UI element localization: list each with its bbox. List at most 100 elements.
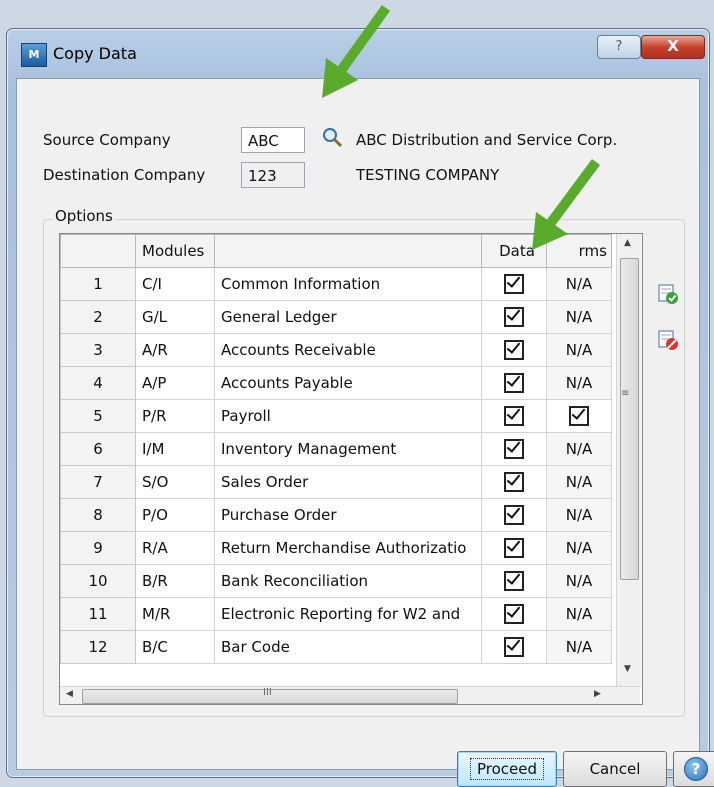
destination-company-input[interactable]: 123 bbox=[241, 162, 305, 188]
source-company-input[interactable]: ABC bbox=[241, 127, 305, 153]
data-checkbox[interactable] bbox=[504, 373, 524, 393]
horizontal-scrollbar[interactable]: ◀ III ▶ bbox=[60, 686, 640, 704]
source-company-name: ABC Distribution and Service Corp. bbox=[356, 131, 618, 149]
column-header-description[interactable] bbox=[214, 234, 482, 268]
data-checkbox[interactable] bbox=[504, 637, 524, 657]
data-checkbox[interactable] bbox=[504, 307, 524, 327]
data-checkbox-cell[interactable] bbox=[481, 498, 547, 532]
table-row[interactable]: 3 A/R Accounts Receivable N/A bbox=[60, 333, 612, 367]
table-row[interactable]: 7 S/O Sales Order N/A bbox=[60, 465, 612, 499]
row-number: 1 bbox=[60, 267, 136, 301]
source-company-label: Source Company bbox=[43, 131, 171, 149]
scroll-right-arrow[interactable]: ▶ bbox=[594, 689, 601, 699]
vertical-scrollbar[interactable]: ▲ ≡ ▼ bbox=[616, 234, 641, 686]
title-help-button[interactable]: ? bbox=[597, 35, 641, 59]
module-code: S/O bbox=[135, 465, 215, 499]
select-all-icon[interactable] bbox=[657, 283, 679, 305]
help-button[interactable]: ? bbox=[673, 751, 714, 787]
forms-cell: N/A bbox=[546, 300, 612, 334]
scroll-left-arrow[interactable]: ◀ bbox=[66, 689, 73, 699]
forms-checkbox[interactable] bbox=[569, 406, 589, 426]
forms-cell: N/A bbox=[546, 597, 612, 631]
proceed-button[interactable]: Proceed bbox=[457, 751, 557, 787]
modules-table: Modules Data rms 1 C/I Common Information N… bbox=[60, 234, 612, 664]
row-number: 7 bbox=[60, 465, 136, 499]
forms-cell: N/A bbox=[546, 531, 612, 565]
forms-cell: N/A bbox=[546, 333, 612, 367]
clear-all-icon[interactable] bbox=[657, 329, 679, 351]
data-checkbox-cell[interactable] bbox=[481, 366, 547, 400]
data-checkbox-cell[interactable] bbox=[481, 564, 547, 598]
module-code: A/P bbox=[135, 366, 215, 400]
forms-cell: N/A bbox=[546, 366, 612, 400]
vertical-scroll-thumb[interactable] bbox=[620, 258, 639, 580]
module-description: Sales Order bbox=[214, 465, 482, 499]
data-checkbox[interactable] bbox=[504, 274, 524, 294]
table-row[interactable]: 5 P/R Payroll bbox=[60, 399, 612, 433]
table-row[interactable]: 12 B/C Bar Code N/A bbox=[60, 630, 612, 664]
copy-data-window: M Copy Data ? X Source Company ABC ABC D… bbox=[6, 28, 714, 787]
scroll-down-arrow[interactable]: ▼ bbox=[624, 664, 631, 674]
destination-company-label: Destination Company bbox=[43, 166, 206, 184]
data-checkbox[interactable] bbox=[504, 340, 524, 360]
data-checkbox[interactable] bbox=[504, 505, 524, 525]
module-code: P/R bbox=[135, 399, 215, 433]
forms-cell: N/A bbox=[546, 465, 612, 499]
forms-cell: N/A bbox=[546, 432, 612, 466]
row-number: 10 bbox=[60, 564, 136, 598]
data-checkbox-cell[interactable] bbox=[481, 465, 547, 499]
destination-company-name: TESTING COMPANY bbox=[356, 166, 500, 184]
data-checkbox[interactable] bbox=[504, 604, 524, 624]
data-checkbox[interactable] bbox=[504, 472, 524, 492]
column-header-modules[interactable]: Modules bbox=[135, 234, 215, 268]
options-label: Options bbox=[53, 207, 115, 225]
table-row[interactable]: 6 I/M Inventory Management N/A bbox=[60, 432, 612, 466]
data-checkbox[interactable] bbox=[504, 571, 524, 591]
data-checkbox-cell[interactable] bbox=[481, 333, 547, 367]
data-checkbox-cell[interactable] bbox=[481, 432, 547, 466]
data-checkbox-cell[interactable] bbox=[481, 597, 547, 631]
corner-header bbox=[60, 234, 136, 268]
modules-grid[interactable]: Modules Data rms 1 C/I Common Information N… bbox=[59, 233, 643, 705]
green-annotation-arrow bbox=[322, 5, 391, 98]
data-checkbox[interactable] bbox=[504, 406, 524, 426]
row-number: 2 bbox=[60, 300, 136, 334]
row-number: 3 bbox=[60, 333, 136, 367]
module-description: Accounts Receivable bbox=[214, 333, 482, 367]
table-row[interactable]: 2 G/L General Ledger N/A bbox=[60, 300, 612, 334]
module-description: Payroll bbox=[214, 399, 482, 433]
close-button[interactable]: X bbox=[641, 35, 705, 59]
data-checkbox-cell[interactable] bbox=[481, 399, 547, 433]
table-row[interactable]: 11 M/R Electronic Reporting for W2 and N/A bbox=[60, 597, 612, 631]
table-row[interactable]: 4 A/P Accounts Payable N/A bbox=[60, 366, 612, 400]
table-row[interactable]: 1 C/I Common Information N/A bbox=[60, 267, 612, 301]
scroll-grip-icon: ≡ bbox=[621, 388, 630, 399]
table-row[interactable]: 10 B/R Bank Reconciliation N/A bbox=[60, 564, 612, 598]
module-code: P/O bbox=[135, 498, 215, 532]
data-checkbox-cell[interactable] bbox=[481, 300, 547, 334]
module-description: Electronic Reporting for W2 and bbox=[214, 597, 482, 631]
row-number: 5 bbox=[60, 399, 136, 433]
data-checkbox-cell[interactable] bbox=[481, 531, 547, 565]
module-description: Purchase Order bbox=[214, 498, 482, 532]
data-checkbox-cell[interactable] bbox=[481, 267, 547, 301]
forms-checkbox-cell[interactable] bbox=[546, 399, 612, 433]
module-code: R/A bbox=[135, 531, 215, 565]
module-description: Return Merchandise Authorizatio bbox=[214, 531, 482, 565]
row-number: 12 bbox=[60, 630, 136, 664]
table-row[interactable]: 8 P/O Purchase Order N/A bbox=[60, 498, 612, 532]
row-number: 9 bbox=[60, 531, 136, 565]
help-icon: ? bbox=[684, 757, 708, 781]
proceed-button-label: Proceed bbox=[469, 758, 545, 780]
scroll-grip-icon: III bbox=[263, 687, 272, 698]
table-row[interactable]: 9 R/A Return Merchandise Authorizatio N/A bbox=[60, 531, 612, 565]
module-description: Common Information bbox=[214, 267, 482, 301]
data-checkbox[interactable] bbox=[504, 439, 524, 459]
data-checkbox[interactable] bbox=[504, 538, 524, 558]
row-number: 8 bbox=[60, 498, 136, 532]
horizontal-scroll-thumb[interactable]: III bbox=[82, 687, 458, 704]
data-checkbox-cell[interactable] bbox=[481, 630, 547, 664]
cancel-button[interactable]: Cancel bbox=[563, 751, 667, 787]
scroll-up-arrow[interactable]: ▲ bbox=[624, 238, 631, 248]
magnifier-icon[interactable] bbox=[321, 127, 343, 149]
